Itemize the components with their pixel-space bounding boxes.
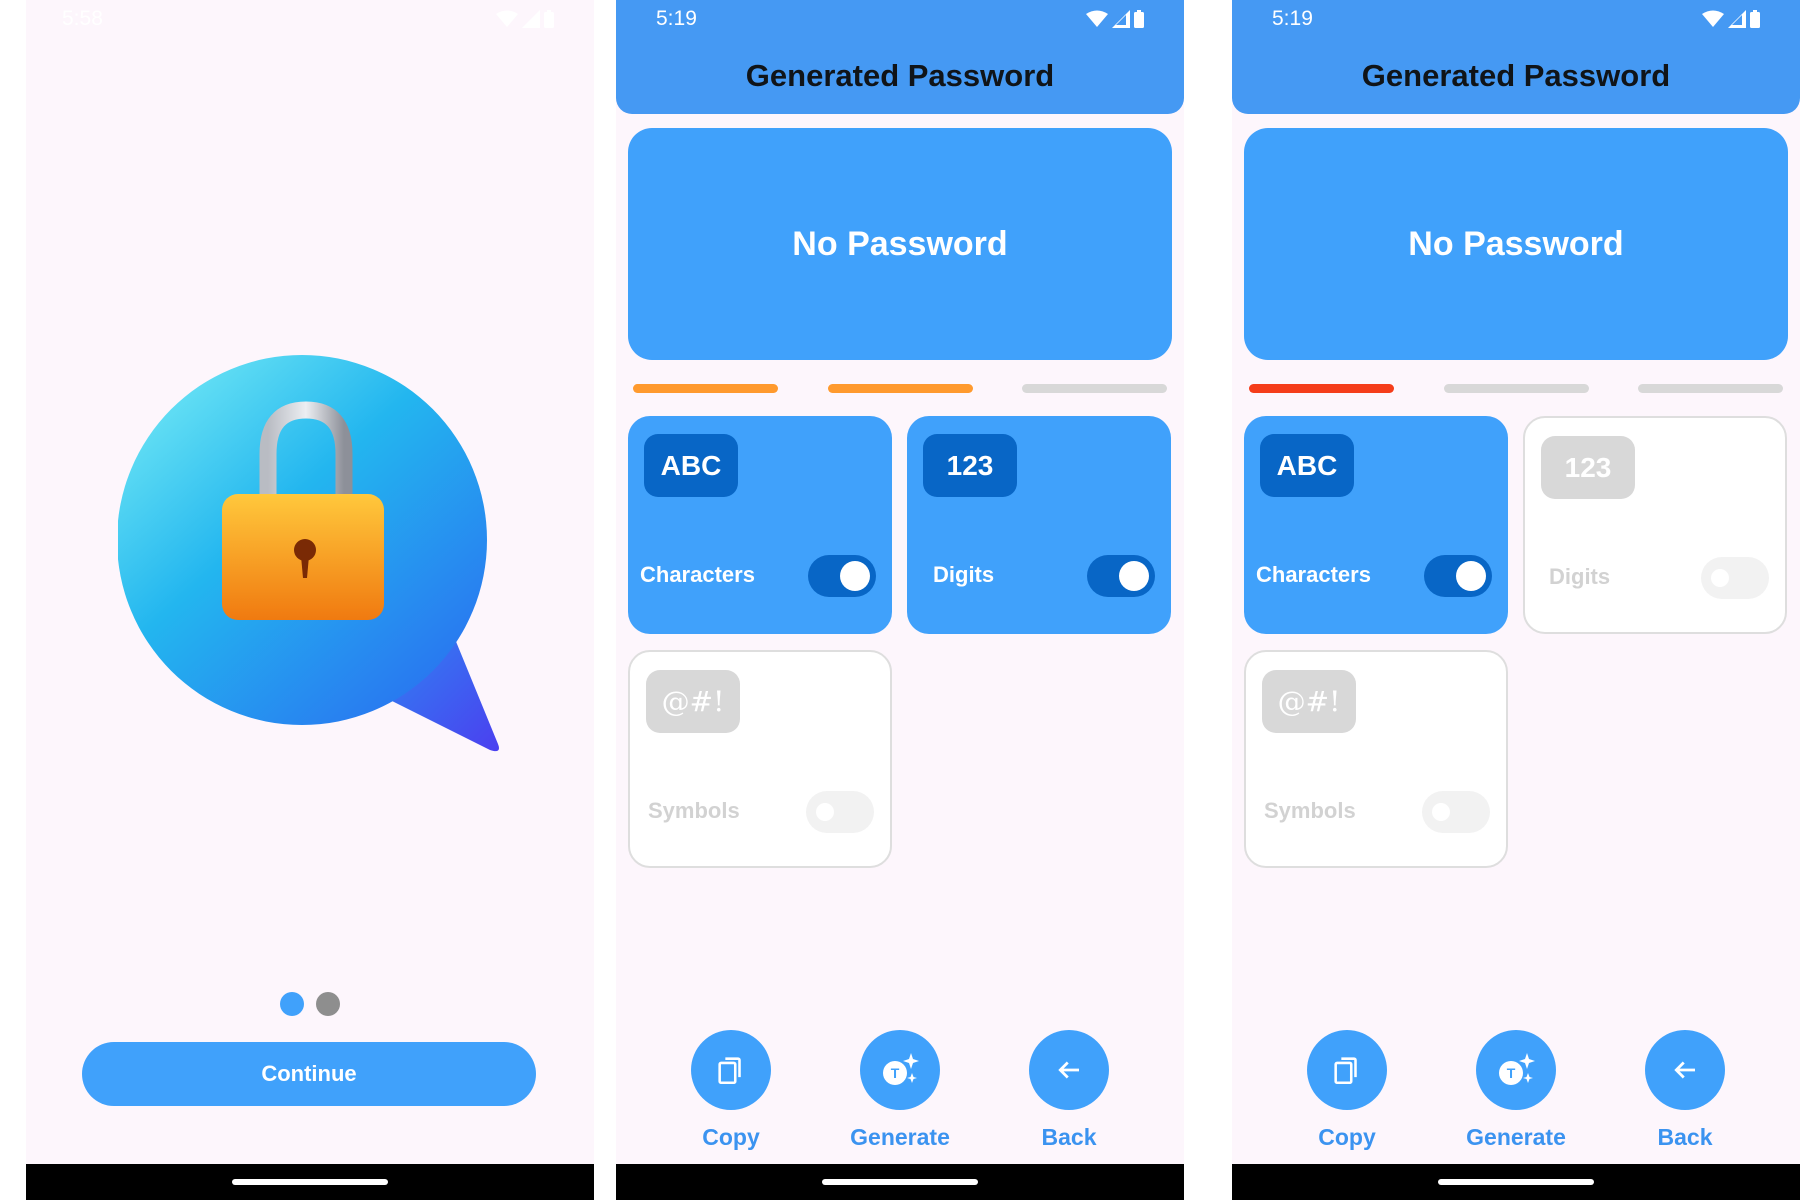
option-label: Characters (1256, 562, 1371, 587)
status-bar: 5:58 (62, 6, 554, 32)
copy-action[interactable]: Copy (1282, 1030, 1412, 1151)
option-badge: @#! (1262, 670, 1356, 733)
strength-segment-2 (1444, 384, 1589, 393)
status-time: 5:19 (1272, 7, 1313, 30)
option-characters[interactable]: ABC Characters (628, 416, 892, 634)
status-bar: 5:19 (1272, 6, 1760, 32)
generate-icon: T (883, 1053, 919, 1085)
status-bar: 5:19 (656, 6, 1144, 32)
wifi-icon (496, 10, 518, 27)
home-indicator[interactable] (822, 1179, 978, 1185)
copy-button[interactable] (1307, 1030, 1387, 1110)
password-screen-2: 5:19 Generated Password No Password ABC … (1232, 0, 1800, 1200)
home-indicator[interactable] (232, 1179, 388, 1185)
option-badge: @#! (646, 670, 740, 733)
strength-segment-1 (633, 384, 778, 393)
generate-button[interactable]: T (1476, 1030, 1556, 1110)
onboarding-screen: 5:58 Continue (26, 0, 594, 1200)
password-display: No Password (1244, 128, 1788, 360)
option-label: Symbols (648, 798, 740, 823)
password-screen-1: 5:19 Generated Password No Password ABC … (616, 0, 1184, 1200)
symbols-toggle[interactable] (1422, 791, 1490, 833)
generate-button[interactable]: T (860, 1030, 940, 1110)
option-badge: ABC (644, 434, 738, 497)
password-display: No Password (628, 128, 1172, 360)
option-symbols[interactable]: @#! Symbols (1244, 650, 1508, 868)
option-label: Digits (1549, 564, 1611, 589)
copy-label: Copy (1318, 1124, 1376, 1150)
system-nav-bar (1232, 1164, 1800, 1200)
page-dot-active[interactable] (280, 992, 304, 1016)
generate-action[interactable]: T Generate (835, 1030, 965, 1151)
back-button[interactable] (1645, 1030, 1725, 1110)
svg-text:T: T (891, 1065, 900, 1081)
continue-button[interactable]: Continue (82, 1042, 536, 1106)
battery-icon (1750, 10, 1760, 28)
page-dot[interactable] (316, 992, 340, 1016)
strength-segment-1 (1249, 384, 1394, 393)
copy-action[interactable]: Copy (666, 1030, 796, 1151)
status-time: 5:19 (656, 7, 697, 30)
back-action[interactable]: Back (1620, 1030, 1750, 1151)
option-badge: 123 (923, 434, 1017, 497)
arrow-back-icon (1058, 1061, 1079, 1079)
battery-icon (1134, 10, 1144, 28)
svg-text:T: T (1507, 1065, 1516, 1081)
wifi-icon (1702, 10, 1724, 27)
back-action[interactable]: Back (1004, 1030, 1134, 1151)
status-time: 5:58 (62, 7, 103, 30)
battery-icon (544, 10, 554, 28)
back-label: Back (1657, 1124, 1713, 1150)
generate-label: Generate (850, 1124, 950, 1150)
characters-toggle[interactable] (1424, 555, 1492, 597)
system-nav-bar (26, 1164, 594, 1200)
strength-segment-2 (828, 384, 973, 393)
page-title: Generated Password (1361, 58, 1671, 93)
option-characters[interactable]: ABC Characters (1244, 416, 1508, 634)
generate-action[interactable]: T Generate (1451, 1030, 1581, 1151)
option-symbols[interactable]: @#! Symbols (628, 650, 892, 868)
strength-segment-3 (1022, 384, 1167, 393)
strength-segment-3 (1638, 384, 1783, 393)
digits-toggle[interactable] (1701, 557, 1769, 599)
back-label: Back (1041, 1124, 1097, 1150)
option-digits[interactable]: 123 Digits (907, 416, 1171, 634)
page-title: Generated Password (745, 58, 1055, 93)
password-text: No Password (792, 224, 1008, 263)
generate-icon: T (1499, 1053, 1535, 1085)
option-label: Symbols (1264, 798, 1356, 823)
page-indicator (26, 992, 594, 1016)
signal-icon (1112, 10, 1130, 28)
symbols-toggle[interactable] (806, 791, 874, 833)
option-label: Digits (933, 562, 995, 587)
copy-icon (718, 1057, 741, 1085)
characters-toggle[interactable] (808, 555, 876, 597)
generate-label: Generate (1466, 1124, 1566, 1150)
wifi-icon (1086, 10, 1108, 27)
option-badge: 123 (1541, 436, 1635, 499)
back-button[interactable] (1029, 1030, 1109, 1110)
arrow-back-icon (1674, 1061, 1695, 1079)
copy-button[interactable] (691, 1030, 771, 1110)
password-text: No Password (1408, 224, 1624, 263)
system-nav-bar (616, 1164, 1184, 1200)
signal-icon (1728, 10, 1746, 28)
copy-label: Copy (702, 1124, 760, 1150)
digits-toggle[interactable] (1087, 555, 1155, 597)
option-digits[interactable]: 123 Digits (1523, 416, 1787, 634)
signal-icon (522, 10, 540, 28)
lock-chat-illustration (118, 355, 499, 752)
copy-icon (1334, 1057, 1357, 1085)
home-indicator[interactable] (1438, 1179, 1594, 1185)
option-badge: ABC (1260, 434, 1354, 497)
option-label: Characters (640, 562, 755, 587)
